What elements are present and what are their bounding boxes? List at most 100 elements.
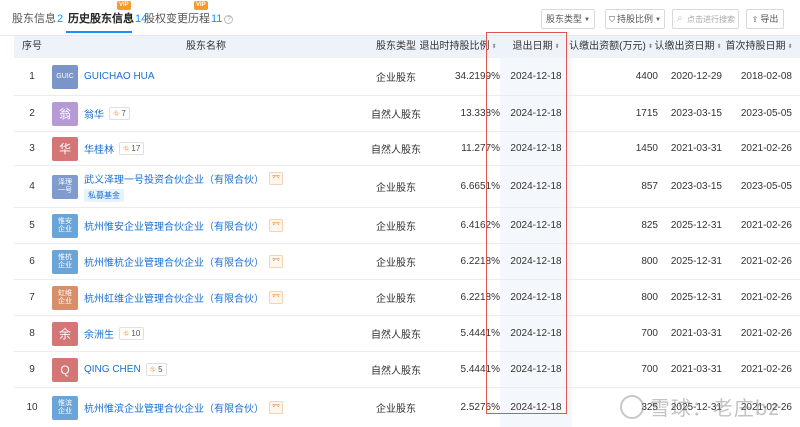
tab-history-shareholder-info[interactable]: 历史股东信息14 [68,10,147,26]
shareholder-type: 自然人股东 [371,110,421,121]
col-header-amount[interactable]: 认缴出资额(万元) ⬍ [564,36,658,58]
related-companies-badge[interactable]: ⛗ 17 [119,142,145,155]
equity-structure-icon[interactable]: ⺳ [269,291,283,304]
shareholder-name-cell: 惟杭 企业 杭州惟杭企业管理合伙企业（有限合伙） ⺳ [52,244,360,279]
equity-structure-icon[interactable]: ⺳ [269,255,283,268]
table-row[interactable]: 2 翁 翁华 ⛗ 7 自然人股东 13.338% 2024-12-18 1715 2… [14,96,800,132]
col-header-ratio[interactable]: 退出时持股比例 ⬍ [416,36,500,58]
first-holding-date: 2023-05-05 [740,108,792,119]
vip-badge: VIP [194,1,208,10]
related-companies-badge[interactable]: ⛗ 5 [145,363,167,376]
shareholder-name-cell: 翁 翁华 ⛗ 7 [52,96,360,131]
shareholder-name-link[interactable]: 华桂林 [84,141,114,156]
sort-icon: ⬍ [647,44,653,50]
tab-label: 股权变更历程 [144,13,210,25]
table-row[interactable]: 7 虹维 企业 杭州虹维企业管理合伙企业（有限合伙） ⺳ 企业股东 6.2218%… [14,280,800,316]
shareholder-type-filter[interactable]: 股东类型 ▼ [541,9,595,29]
shareholder-name-link[interactable]: QING CHEN [84,364,141,375]
shareholder-name-link[interactable]: 翁华 [84,106,104,121]
shareholder-name-cell: 华 华桂林 ⛗ 17 [52,132,360,165]
shareholder-avatar[interactable]: GUIC [52,64,78,89]
subscribed-amount: 700 [641,364,658,375]
tab-label: 历史股东信息 [68,13,134,25]
holding-ratio-filter[interactable]: ⛉ 持股比例 ▼ [605,9,665,29]
table-row[interactable]: 9 Q QING CHEN ⛗ 5 自然人股东 5.4441% 2024-12-18… [14,352,800,388]
shareholder-name-link[interactable]: GUICHAO HUA [84,71,155,82]
help-icon[interactable]: ? [224,15,234,24]
first-holding-date: 2021-02-26 [740,143,792,154]
related-count: 10 [131,329,141,338]
col-header-exit-date[interactable]: 退出日期 ⬍ [500,36,572,58]
shareholder-name-link[interactable]: 杭州惟杭企业管理合伙企业（有限合伙） [84,254,264,269]
shareholder-avatar[interactable]: 惟安 企业 [52,213,78,238]
exit-date: 2024-12-18 [510,220,562,231]
table-row[interactable]: 3 华 华桂林 ⛗ 17 自然人股东 11.277% 2024-12-18 1450… [14,132,800,166]
shareholder-name-link[interactable]: 杭州惟滨企业管理合伙企业（有限合伙） [84,400,264,415]
col-header-first-date-label: 首次持股日期 [725,41,786,52]
table-row[interactable]: 8 余 余洲生 ⛗ 10 自然人股东 5.4441% 2024-12-18 700 … [14,316,800,352]
shareholder-avatar[interactable]: 惟杭 企业 [52,249,78,274]
equity-structure-icon[interactable]: ⺳ [269,219,283,232]
subscribed-amount: 857 [641,181,658,192]
shareholder-name-cell: 虹维 企业 杭州虹维企业管理合伙企业（有限合伙） ⺳ [52,280,360,315]
shareholder-type: 自然人股东 [371,366,421,377]
export-button[interactable]: ⇪ 导出 [746,9,784,29]
avatar-text: 惟滨 企业 [58,399,72,415]
tab-shareholder-info[interactable]: 股东信息2 [12,10,63,26]
shareholder-name-link[interactable]: 杭州惟安企业管理合伙企业（有限合伙） [84,218,264,233]
shareholder-type: 企业股东 [376,294,416,305]
shareholder-name-cell: 余 余洲生 ⛗ 10 [52,316,360,351]
exit-date: 2024-12-18 [510,364,562,375]
shareholder-avatar[interactable]: 余 [52,321,78,346]
shareholder-avatar[interactable]: 翁 [52,101,78,126]
subscribed-amount: 700 [641,328,658,339]
related-count: 17 [131,144,141,153]
shareholder-avatar[interactable]: 虹维 企业 [52,285,78,310]
exit-date: 2024-12-18 [510,71,562,82]
col-header-amount-label: 认缴出资额(万元) [569,41,646,52]
exit-holding-ratio: 6.2218% [460,292,500,303]
exit-holding-ratio: 5.4441% [460,328,500,339]
equity-structure-icon[interactable]: ⺳ [269,401,283,414]
col-header-sub-date[interactable]: 认缴出资日期 ⬍ [654,36,722,58]
tab-bar: 股东信息2 历史股东信息14 VIP 股权变更历程11? VIP 股东类型 ▼ ⛉… [0,0,800,36]
row-index: 9 [29,364,35,375]
filter-icon: ⛉ [609,15,616,24]
search-icon: ⌕ [677,13,683,24]
search-box: ⌕ [672,9,739,29]
exit-date: 2024-12-18 [510,256,562,267]
shareholder-name-link[interactable]: 余洲生 [84,326,114,341]
equity-structure-icon[interactable]: ⺳ [269,172,283,185]
related-companies-badge[interactable]: ⛗ 10 [119,327,145,340]
tab-equity-change-history[interactable]: 股权变更历程11? [144,10,234,26]
exit-holding-ratio: 2.5276% [460,402,500,413]
shareholder-avatar[interactable]: Q [52,357,78,382]
first-holding-date: 2021-02-26 [740,364,792,375]
shareholder-name-cell: GUIC GUICHAO HUA [52,58,360,95]
exit-holding-ratio: 6.6651% [460,181,500,192]
subscription-date: 2020-12-29 [670,71,722,82]
shareholder-avatar[interactable]: 泽理 一号 [52,174,78,199]
shareholder-avatar[interactable]: 惟滨 企业 [52,395,78,420]
org-chart-icon: ⛗ [113,108,120,118]
search-input[interactable] [687,12,739,26]
export-label: 导出 [760,14,779,24]
tab-count: 11 [211,13,223,25]
related-companies-badge[interactable]: ⛗ 7 [109,107,130,120]
table-row[interactable]: 1 GUIC GUICHAO HUA 企业股东 34.2199% 2024-12… [14,58,800,96]
col-header-first-date[interactable]: 首次持股日期 ⬍ [722,36,796,58]
col-header-sub-date-label: 认缴出资日期 [654,41,715,52]
avatar-text: 华 [58,142,71,156]
shareholder-name-link[interactable]: 杭州虹维企业管理合伙企业（有限合伙） [84,290,264,305]
shareholder-name-link[interactable]: 武义泽理一号投资合伙企业（有限合伙） [84,171,264,186]
subscription-date: 2025-12-31 [670,220,722,231]
table-row[interactable]: 5 惟安 企业 杭州惟安企业管理合伙企业（有限合伙） ⺳ 企业股东 6.4162%… [14,208,800,244]
table-row[interactable]: 6 惟杭 企业 杭州惟杭企业管理合伙企业（有限合伙） ⺳ 企业股东 6.2218%… [14,244,800,280]
shareholder-avatar[interactable]: 华 [52,136,78,161]
sort-icon: ⬍ [716,44,722,50]
subscribed-amount: 1715 [635,108,658,119]
table-row[interactable]: 4 泽理 一号 武义泽理一号投资合伙企业（有限合伙） ⺳ 私募基金 企业股东 6.… [14,166,800,208]
avatar-text: 余 [58,327,71,341]
subscribed-amount: 800 [641,292,658,303]
shareholder-type: 自然人股东 [371,330,421,341]
